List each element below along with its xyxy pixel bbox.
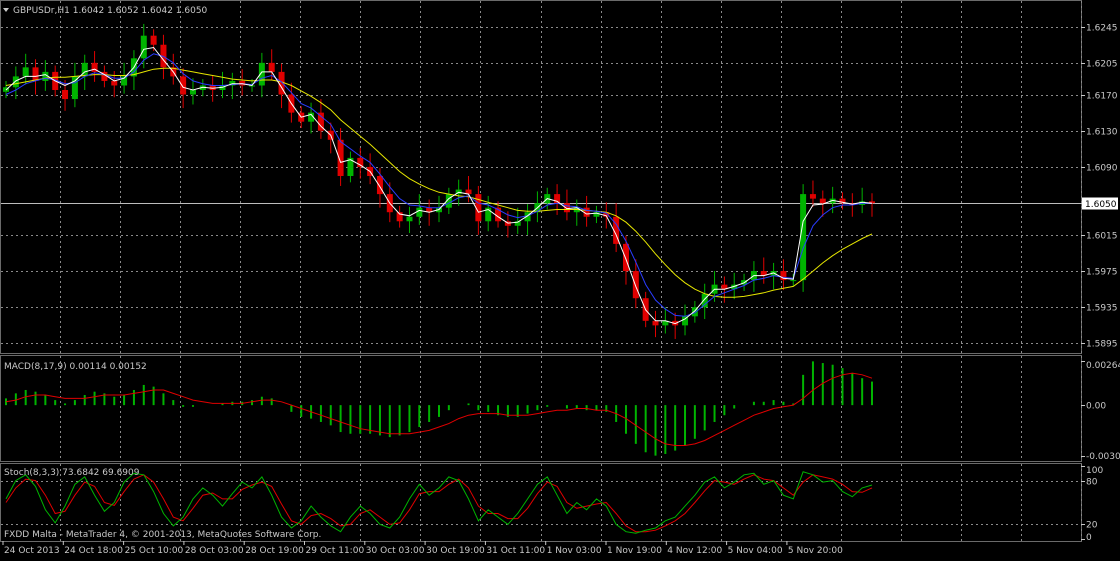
price-tick-label: 1.6205 (1086, 60, 1118, 70)
candle-body (800, 194, 807, 281)
candle-body (376, 176, 383, 195)
stoch-tick-label: 80 (1086, 478, 1098, 488)
time-tick-label: 30 Oct 19:00 (426, 546, 485, 556)
time-tick-label: 5 Nov 20:00 (788, 546, 843, 556)
time-tick-label: 25 Oct 10:00 (125, 546, 184, 556)
footer-copyright: FXDD Malta - MetaTrader 4, © 2001-2013, … (4, 530, 321, 540)
current-price-label: 1.6050 (1085, 200, 1117, 210)
candle-body (62, 90, 69, 100)
candle-body (180, 76, 187, 95)
time-tick-label: 24 Oct 2013 (4, 546, 60, 556)
macd-tick-label: 0.00264 (1086, 361, 1120, 371)
candle-body (701, 293, 708, 308)
candle-body (22, 67, 29, 77)
price-tick-label: 1.6245 (1086, 24, 1118, 34)
macd-tick-label: 0.00 (1086, 402, 1106, 412)
candle-body (71, 76, 78, 100)
time-tick-label: 28 Oct 19:00 (245, 546, 304, 556)
price-tick-label: 1.6015 (1086, 232, 1118, 242)
candle-body (652, 320, 659, 326)
price-tick-label: 1.6170 (1086, 92, 1118, 102)
time-tick-label: 24 Oct 18:00 (64, 546, 123, 556)
chart-background (0, 0, 1120, 557)
time-tick-label: 31 Oct 11:00 (486, 546, 545, 556)
candle-body (563, 203, 570, 213)
time-tick-label: 1 Nov 19:00 (607, 546, 662, 556)
price-tick-label: 1.6090 (1086, 164, 1118, 174)
candle-body (790, 280, 797, 282)
candle-body (416, 207, 423, 217)
metatrader-chart-window[interactable]: 1.6245 1.6205 1.6170 1.6130 1.6090 1.6050 1.60… (0, 0, 1120, 557)
candle-body (809, 194, 816, 199)
stoch-tick-label: 100 (1086, 466, 1103, 476)
time-tick-label: 29 Oct 11:00 (306, 546, 365, 556)
candle-body (632, 271, 639, 299)
candle-body (189, 90, 196, 95)
macd-tick-label: -0.00303 (1086, 452, 1120, 462)
macd-header: MACD(8,17,9) 0.00114 0.00152 (4, 362, 147, 372)
time-tick-label: 1 Nov 03:00 (547, 546, 602, 556)
time-tick-label: 30 Oct 03:00 (366, 546, 425, 556)
candle-body (268, 62, 275, 72)
stoch-tick-label: 0 (1086, 533, 1092, 543)
candle-body (12, 76, 19, 88)
price-tick-label: 1.6130 (1086, 128, 1118, 138)
time-tick-label: 5 Nov 04:00 (728, 546, 783, 556)
stoch-header: Stoch(8,3,3) 73.6842 69.6909 (4, 468, 140, 478)
time-tick-label: 4 Nov 12:00 (667, 546, 722, 556)
candle-body (150, 35, 157, 45)
stoch-tick-label: 20 (1086, 521, 1098, 531)
chart-canvas[interactable]: 1.6245 1.6205 1.6170 1.6130 1.6090 1.6050 1.60… (0, 0, 1120, 557)
candle-body (819, 198, 826, 204)
price-tick-label: 1.5935 (1086, 304, 1118, 314)
price-tick-label: 1.5895 (1086, 340, 1118, 350)
current-price-tag: 1.6050 (1082, 197, 1118, 210)
symbol-dropdown[interactable]: GBPUSDr,H1 1.6042 1.6052 1.6042 1.6050 (3, 6, 208, 16)
candle-body (111, 80, 118, 86)
candle-body (140, 35, 147, 59)
symbol-header: GBPUSDr,H1 1.6042 1.6052 1.6042 1.6050 (13, 6, 208, 16)
candle-body (406, 216, 413, 222)
candle-body (32, 67, 39, 81)
price-tick-label: 1.5975 (1086, 268, 1118, 278)
time-tick-label: 28 Oct 03:00 (185, 546, 244, 556)
candle-body (622, 243, 629, 272)
